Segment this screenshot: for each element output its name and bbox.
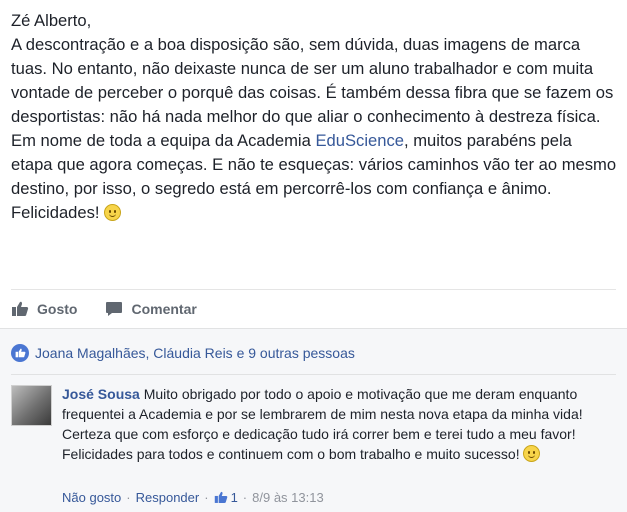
action-bar: Gosto Comentar	[11, 289, 616, 327]
post-closing: Felicidades!	[11, 201, 617, 225]
comments-section: Joana Magalhães, Cláudia Reis e 9 outras…	[0, 328, 627, 512]
like-label: Gosto	[37, 300, 78, 317]
separator: ·	[126, 490, 131, 505]
paragraph-2-start: Em nome de toda a equipa da Academia	[11, 131, 316, 150]
separator: ·	[204, 490, 209, 505]
smiley-icon	[523, 445, 541, 462]
comment-label: Comentar	[131, 300, 197, 317]
like-count: 1	[230, 490, 238, 505]
post-body: Zé Alberto, A descontração e a boa dispo…	[11, 9, 617, 225]
post-greeting: Zé Alberto,	[11, 11, 92, 30]
comment-author[interactable]: José Sousa	[62, 386, 140, 402]
like-badge-icon	[11, 344, 29, 362]
thumbs-up-icon	[214, 491, 227, 503]
post-paragraph-1: A descontração e a boa disposição são, s…	[11, 35, 614, 126]
comment-icon	[106, 301, 123, 316]
like-button[interactable]: Gosto	[11, 301, 77, 317]
reply-button[interactable]: Responder	[136, 490, 200, 505]
post-paragraph-2: Em nome de toda a equipa da Academia Edu…	[11, 129, 617, 201]
comment-like-count[interactable]: 1	[214, 490, 238, 505]
separator: ·	[242, 490, 248, 505]
unlike-button[interactable]: Não gosto	[62, 490, 121, 505]
comment-button[interactable]: Comentar	[105, 300, 197, 317]
comment-body: Muito obrigado por todo o apoio e motiva…	[62, 386, 583, 442]
likes-text[interactable]: Joana Magalhães, Cláudia Reis e 9 outras…	[35, 345, 355, 361]
smiley-icon	[104, 204, 122, 221]
likes-summary[interactable]: Joana Magalhães, Cláudia Reis e 9 outras…	[11, 344, 355, 362]
eduscience-link[interactable]: EduScience	[315, 131, 404, 150]
comment-body-2: Felicidades para todos e continuem com o…	[62, 446, 520, 462]
comment-meta: Não gosto · Responder · 1 · 8/9 às 13:13	[62, 490, 324, 505]
comment-text: José Sousa Muito obrigado por todo o apo…	[62, 384, 617, 464]
comment-timestamp[interactable]: 8/9 às 13:13	[252, 490, 324, 505]
divider	[11, 374, 616, 375]
avatar[interactable]	[11, 385, 52, 426]
thumbs-up-icon	[12, 301, 29, 316]
closing-text: Felicidades!	[11, 203, 100, 222]
